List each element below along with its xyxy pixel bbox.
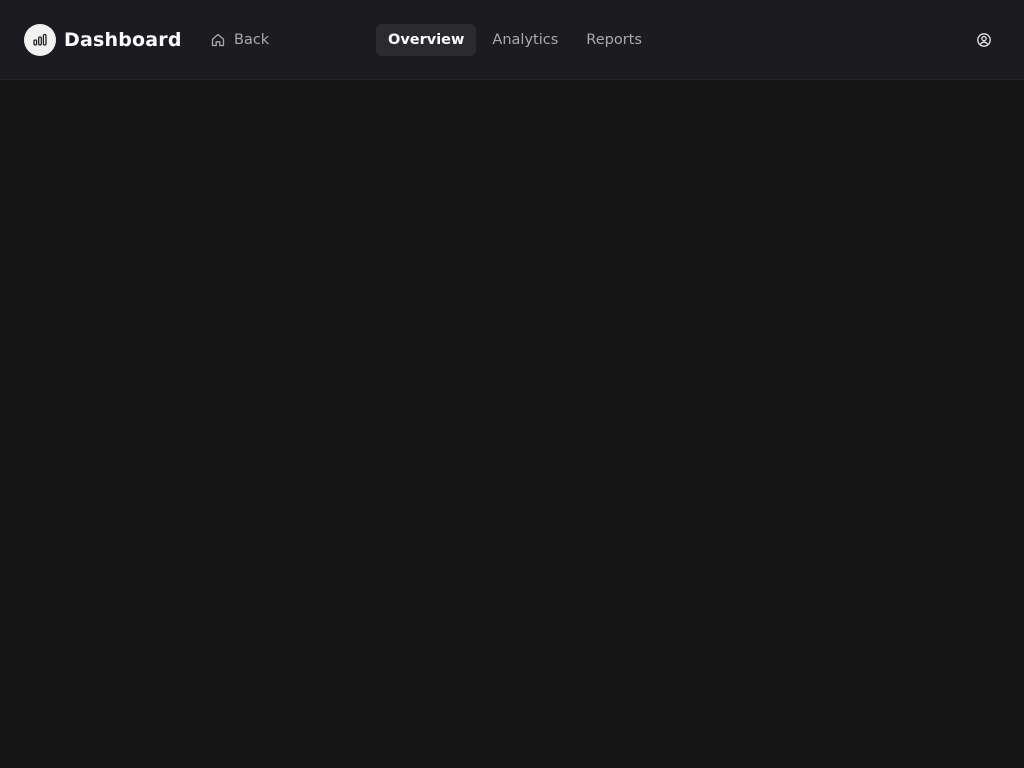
page-title: Dashboard: [64, 29, 182, 51]
tab-bar: Overview Analytics Reports: [376, 24, 658, 56]
back-button[interactable]: Back: [210, 29, 269, 51]
bar-chart-icon: [33, 33, 47, 46]
tab-overview[interactable]: Overview: [376, 24, 477, 56]
main-content-area: [0, 80, 1024, 768]
user-menu-button[interactable]: [976, 32, 992, 48]
back-button-label: Back: [234, 32, 270, 48]
tab-analytics[interactable]: Analytics: [480, 24, 570, 56]
tab-reports[interactable]: Reports: [574, 24, 654, 56]
app-logo[interactable]: [24, 24, 56, 56]
top-navigation-bar: Dashboard Back Overview Analytics Report…: [0, 0, 1024, 80]
user-circle-icon: [977, 33, 991, 47]
home-icon: [211, 33, 225, 47]
